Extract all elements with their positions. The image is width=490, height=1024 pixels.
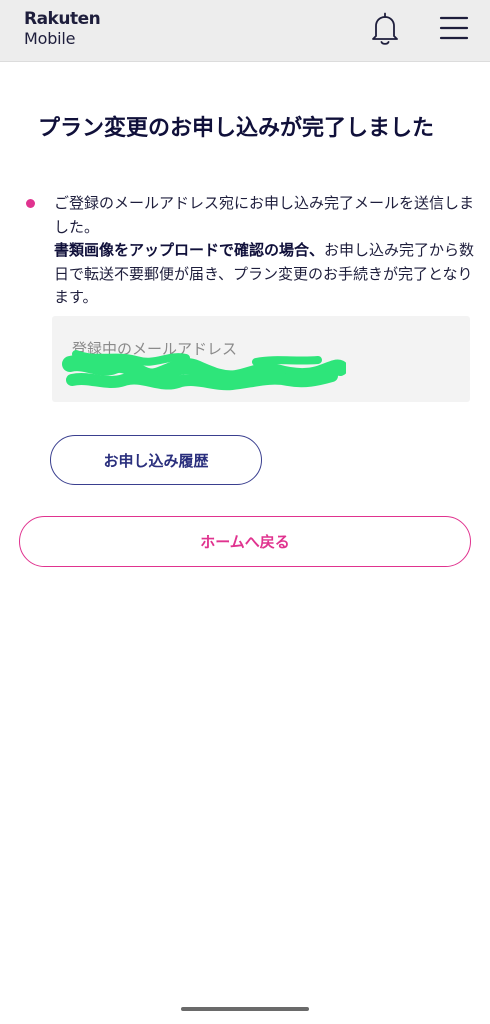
registered-email-box: 登録中のメールアドレス xyxy=(52,316,470,402)
completion-notice: ご登録のメールアドレス宛にお申し込み完了メールを送信しました。書類画像をアップロ… xyxy=(54,192,479,310)
hamburger-menu-icon[interactable] xyxy=(438,14,470,42)
logo-rakuten-text: Rakuten xyxy=(24,9,101,29)
back-to-home-button[interactable]: ホームへ戻る xyxy=(19,516,471,567)
redaction-scribble xyxy=(62,350,346,391)
notice-line1: ご登録のメールアドレス宛にお申し込み完了メールを送信しました。 xyxy=(54,194,475,236)
rakuten-mobile-logo[interactable]: Rakuten Mobile xyxy=(24,9,101,49)
logo-mobile-text: Mobile xyxy=(24,29,76,48)
home-indicator xyxy=(181,1007,309,1011)
app-header: Rakuten Mobile xyxy=(0,0,490,62)
bullet-dot xyxy=(26,199,35,208)
application-history-button[interactable]: お申し込み履歴 xyxy=(50,435,262,485)
page-title: プラン変更のお申し込みが完了しました xyxy=(38,116,435,141)
bell-icon[interactable] xyxy=(370,12,400,46)
notice-bold-text: 書類画像をアップロードで確認の場合、 xyxy=(54,241,325,259)
